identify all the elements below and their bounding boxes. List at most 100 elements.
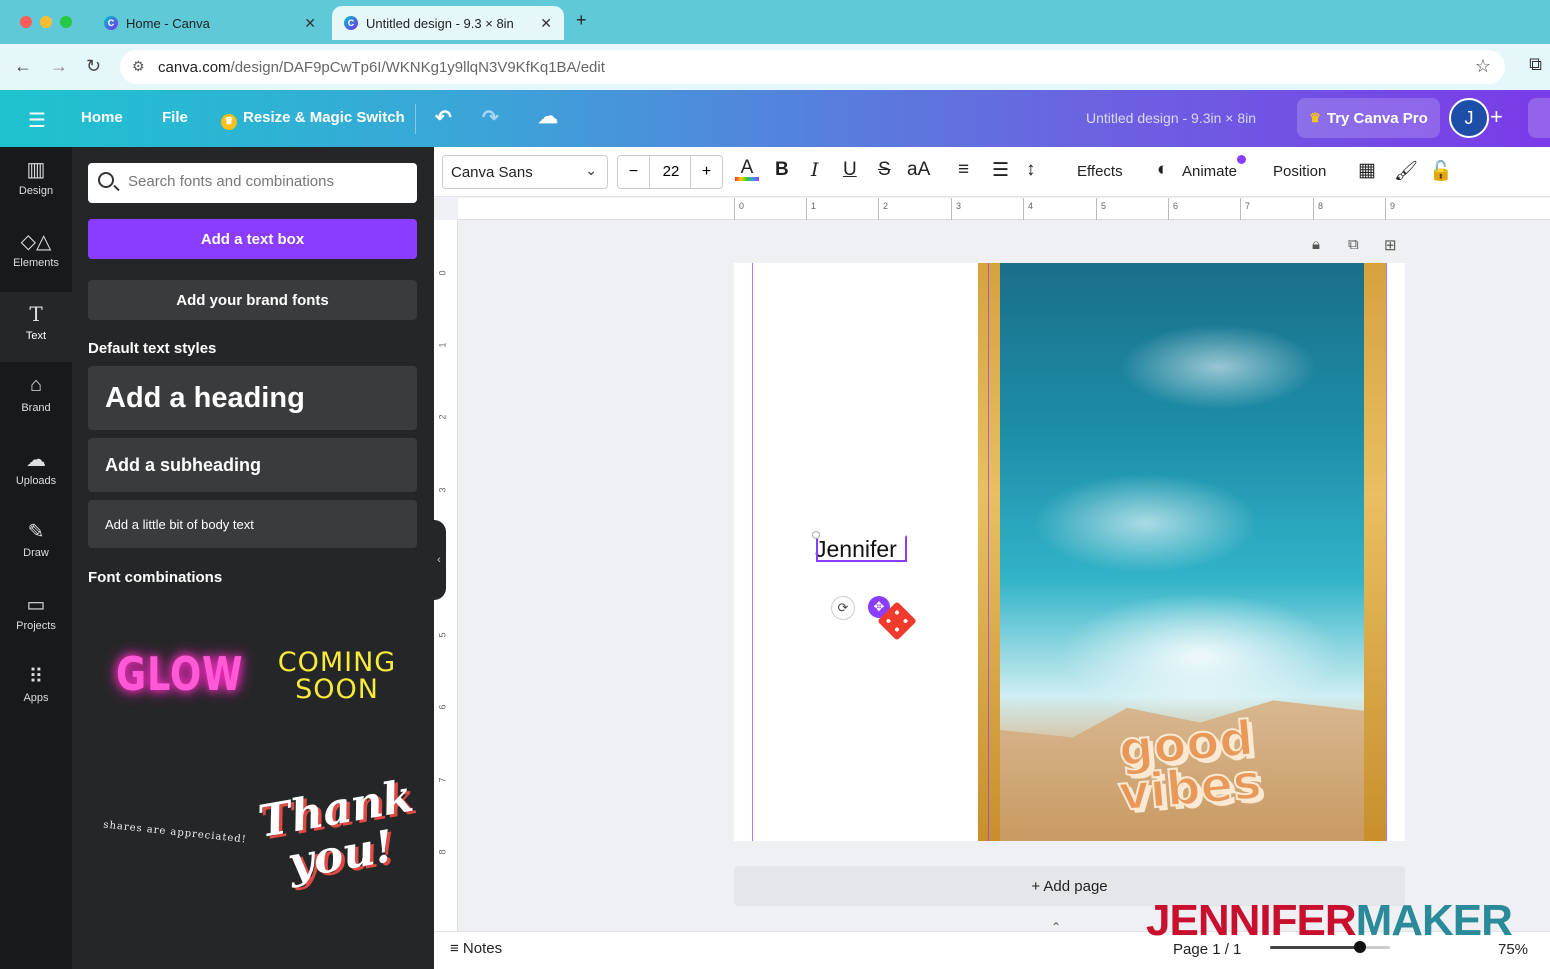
decrease-size-button[interactable]: −: [618, 156, 650, 188]
rail-item-text[interactable]: T Text: [0, 292, 72, 362]
add-page-icon[interactable]: ⊞: [1384, 236, 1397, 254]
browser-tab-design[interactable]: C Untitled design - 9.3 × 8in ✕: [332, 6, 564, 40]
watermark-part: MAKER: [1355, 896, 1513, 945]
add-brand-fonts-button[interactable]: Add your brand fonts: [88, 280, 417, 320]
increase-size-button[interactable]: +: [690, 156, 722, 188]
tab-title: Untitled design - 9.3 × 8in: [366, 15, 514, 31]
notes-button[interactable]: ≡ Notes: [450, 940, 502, 957]
list-icon[interactable]: ☰: [992, 159, 1009, 182]
bold-icon[interactable]: B: [775, 159, 789, 181]
url-input[interactable]: ⚙ canva.com/design/DAF9pCwTp6I/WKNKg1y9l…: [120, 50, 1505, 84]
text-panel: Add a text box Add your brand fonts Defa…: [72, 147, 434, 969]
ruler-label: 6: [437, 704, 448, 710]
add-subheading-button[interactable]: Add a subheading: [88, 438, 417, 492]
margin-guide: [988, 263, 989, 841]
good-vibes-sticker[interactable]: good vibes: [1104, 709, 1271, 823]
ruler-tick: [1385, 198, 1386, 220]
rail-item-projects[interactable]: ▭ Projects: [0, 582, 72, 652]
try-canva-pro-button[interactable]: ♛ Try Canva Pro: [1297, 98, 1440, 138]
reload-icon[interactable]: ↻: [86, 56, 101, 77]
bookmark-star-icon[interactable]: ☆: [1475, 56, 1491, 77]
text-toolbar: Canva Sans ⌄ − 22 + A B I U S aA ≡ ☰ ↕ E…: [434, 147, 1550, 197]
ruler-tick: [1096, 198, 1097, 220]
invite-plus-icon[interactable]: +: [1490, 104, 1503, 130]
position-button[interactable]: Position: [1273, 163, 1326, 180]
url-text: canva.com/design/DAF9pCwTp6I/WKNKg1y9llq…: [158, 59, 605, 76]
home-button[interactable]: Home: [81, 109, 123, 126]
rail-item-draw[interactable]: ✎ Draw: [0, 509, 72, 579]
editor-header: ☰ Home File ♛ Resize & Magic Switch ↶ ↷ ☁…: [0, 90, 1550, 147]
file-menu-button[interactable]: File: [162, 109, 188, 126]
font-combo-glow[interactable]: GLOW: [116, 647, 243, 701]
lock-icon[interactable]: 🔓: [1429, 159, 1453, 183]
cloud-save-icon[interactable]: ☁: [538, 104, 558, 129]
italic-icon[interactable]: I: [811, 159, 819, 181]
search-input[interactable]: [128, 173, 408, 190]
notes-icon: ≡: [450, 940, 463, 957]
zoom-slider[interactable]: [1270, 946, 1390, 949]
font-search[interactable]: [88, 163, 417, 203]
font-size-input[interactable]: 22: [651, 156, 691, 188]
search-icon: [98, 172, 114, 188]
letter-case-icon[interactable]: aA: [907, 159, 930, 181]
animate-icon: ◐: [1157, 159, 1169, 180]
ruler-tick: [1023, 198, 1024, 220]
share-button[interactable]: [1528, 98, 1550, 138]
forward-icon[interactable]: →: [50, 56, 68, 77]
ruler-label: 8: [1318, 201, 1324, 211]
new-tab-icon[interactable]: +: [576, 10, 587, 31]
rail-item-uploads[interactable]: ☁ Uploads: [0, 437, 72, 507]
redo-icon[interactable]: ↷: [482, 105, 499, 130]
transparency-icon[interactable]: ▦: [1358, 159, 1376, 182]
font-combinations-label: Font combinations: [88, 569, 223, 586]
draw-icon: ✎: [27, 521, 45, 543]
ruler-label: 8: [437, 849, 448, 855]
effects-button[interactable]: Effects: [1077, 163, 1123, 180]
animate-button[interactable]: Animate: [1182, 163, 1237, 180]
ruler-label: 0: [437, 270, 448, 276]
rail-item-brand[interactable]: ⌂ Brand: [0, 364, 72, 434]
close-tab-icon[interactable]: ✕: [540, 15, 552, 32]
rail-item-elements[interactable]: ◇△ Elements: [0, 219, 72, 289]
brand-icon: ⌂: [29, 374, 43, 396]
underline-icon[interactable]: U: [843, 159, 857, 181]
font-combo-thank-you[interactable]: Thank you!: [255, 771, 419, 892]
lock-page-icon[interactable]: 🔒︎: [1312, 236, 1320, 253]
rotate-icon[interactable]: ⟳: [831, 596, 855, 620]
chevron-up-icon[interactable]: ⌃: [1051, 920, 1061, 934]
add-heading-button[interactable]: Add a heading: [88, 366, 417, 430]
strikethrough-icon[interactable]: S: [878, 159, 891, 181]
duplicate-page-icon[interactable]: ⧉: [1348, 236, 1359, 253]
address-bar: ← → ↻ ⚙ canva.com/design/DAF9pCwTp6I/WKN…: [0, 44, 1550, 90]
resize-handle[interactable]: [812, 531, 820, 539]
back-icon[interactable]: ←: [14, 56, 32, 77]
collapse-panel-button[interactable]: ‹: [432, 520, 446, 600]
avatar[interactable]: J: [1449, 98, 1489, 138]
resize-button[interactable]: ♛ Resize & Magic Switch: [221, 109, 405, 130]
canva-favicon-icon: C: [344, 16, 358, 30]
font-family-select[interactable]: Canva Sans ⌄: [442, 155, 608, 189]
site-settings-icon[interactable]: ⚙: [132, 58, 145, 75]
rail-item-design[interactable]: ▥ Design: [0, 147, 72, 217]
browser-tab-home[interactable]: C Home - Canva ✕: [92, 6, 328, 40]
close-window-icon[interactable]: [20, 16, 32, 28]
design-title[interactable]: Untitled design - 9.3in × 8in: [1086, 110, 1256, 126]
text-color-button[interactable]: A: [735, 157, 759, 181]
undo-icon[interactable]: ↶: [435, 105, 452, 130]
rail-item-label: Projects: [16, 620, 56, 632]
zoom-window-icon[interactable]: [60, 16, 72, 28]
close-tab-icon[interactable]: ✕: [304, 15, 316, 32]
copy-style-icon[interactable]: 🖌: [1394, 159, 1418, 183]
add-body-text-button[interactable]: Add a little bit of body text: [88, 500, 417, 548]
ruler-label: 5: [1101, 201, 1107, 211]
minimize-window-icon[interactable]: [40, 16, 52, 28]
align-center-icon[interactable]: ≡: [958, 159, 969, 181]
add-text-box-button[interactable]: Add a text box: [88, 219, 417, 259]
spacing-icon[interactable]: ↕: [1026, 159, 1036, 181]
menu-icon[interactable]: ☰: [28, 108, 46, 133]
rail-item-apps[interactable]: ⠿ Apps: [0, 654, 72, 724]
browser-tab-bar: C Home - Canva ✕ C Untitled design - 9.3…: [0, 0, 1550, 44]
font-combo-coming-soon[interactable]: COMING SOON: [262, 649, 412, 703]
extensions-icon[interactable]: ⧉: [1529, 54, 1542, 75]
font-combo-shares[interactable]: shares are appreciated!: [100, 819, 250, 846]
